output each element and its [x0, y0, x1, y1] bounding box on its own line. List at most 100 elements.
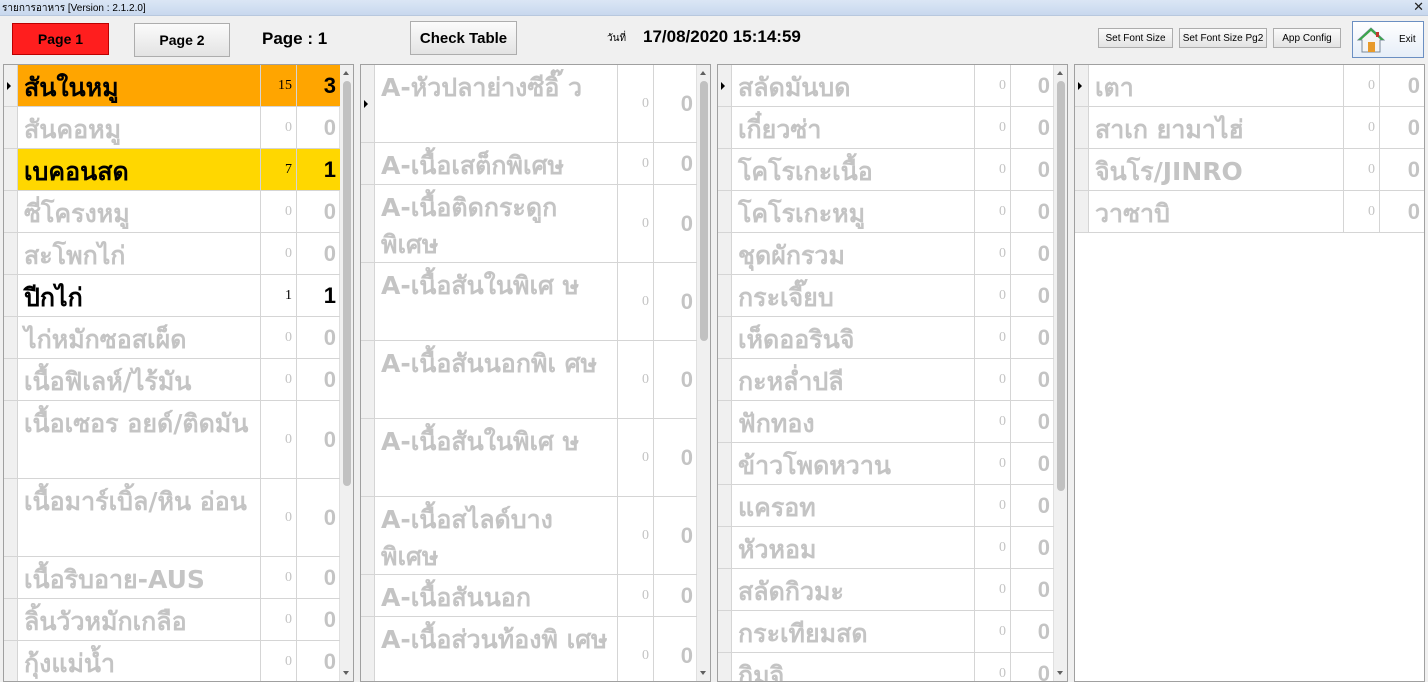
- menu-item-name[interactable]: จินโร/JINRO: [1089, 149, 1344, 190]
- menu-item-name[interactable]: กระเจี๊ยบ: [732, 275, 975, 316]
- row-header[interactable]: [4, 107, 18, 148]
- menu-item-row[interactable]: ลิ้นวัวหมักเกลือ 0 0: [4, 599, 340, 641]
- menu-item-name[interactable]: เนื้อริบอาย-AUS: [18, 557, 261, 598]
- menu-item-row[interactable]: วาซาบิ 0 0: [1075, 191, 1424, 233]
- menu-item-name[interactable]: สลัดมันบด: [732, 65, 975, 106]
- row-header[interactable]: [361, 65, 375, 142]
- menu-item-row[interactable]: สลัดกิวมะ 0 0: [718, 569, 1054, 611]
- menu-item-name[interactable]: A-เนื้อเสต็กพิเศษ: [375, 143, 618, 184]
- menu-item-name[interactable]: ชุดผักรวม: [732, 233, 975, 274]
- row-header[interactable]: [1075, 65, 1089, 106]
- row-header[interactable]: [4, 599, 18, 640]
- menu-item-row[interactable]: A-เนื้อส่วนท้องพิ เศษ 0 0: [361, 617, 697, 681]
- menu-item-row[interactable]: ข้าวโพดหวาน 0 0: [718, 443, 1054, 485]
- page1-button[interactable]: Page 1: [12, 23, 109, 55]
- menu-item-name[interactable]: วาซาบิ: [1089, 191, 1344, 232]
- menu-item-row[interactable]: กะหล่ำปลี 0 0: [718, 359, 1054, 401]
- menu-item-name[interactable]: เนื้อเซอร อยด์/ติดมัน: [18, 401, 261, 478]
- row-header[interactable]: [1075, 191, 1089, 232]
- scroll-thumb[interactable]: [343, 81, 351, 486]
- menu-item-row[interactable]: เนื้อมาร์เบิ้ล/หิน อ่อน 0 0: [4, 479, 340, 557]
- row-header[interactable]: [361, 497, 375, 574]
- row-header[interactable]: [4, 233, 18, 274]
- menu-item-name[interactable]: A-เนื้อสันในพิเศ ษ: [375, 419, 618, 496]
- app-config-button[interactable]: App Config: [1273, 28, 1341, 48]
- set-font-size-pg2-button[interactable]: Set Font Size Pg2: [1179, 28, 1267, 48]
- menu-item-name[interactable]: ปีกไก่: [18, 275, 261, 316]
- menu-item-name[interactable]: เนื้อฟิเลห์/ไร้มัน: [18, 359, 261, 400]
- row-header[interactable]: [718, 233, 732, 274]
- scroll-up-icon[interactable]: [1057, 71, 1063, 75]
- menu-item-row[interactable]: A-เนื้อสันนอกพิเ ศษ 0 0: [361, 341, 697, 419]
- menu-item-row[interactable]: โคโรเกะเนื้อ 0 0: [718, 149, 1054, 191]
- menu-item-row[interactable]: เบคอนสด 7 1: [4, 149, 340, 191]
- check-table-button[interactable]: Check Table: [410, 21, 517, 55]
- row-header[interactable]: [4, 65, 18, 106]
- row-header[interactable]: [718, 653, 732, 681]
- menu-item-name[interactable]: กิมจิ: [732, 653, 975, 681]
- row-header[interactable]: [718, 317, 732, 358]
- menu-item-row[interactable]: เนื้อเซอร อยด์/ติดมัน 0 0: [4, 401, 340, 479]
- menu-item-name[interactable]: สันคอหมู: [18, 107, 261, 148]
- menu-item-name[interactable]: A-เนื้อส่วนท้องพิ เศษ: [375, 617, 618, 681]
- row-header[interactable]: [361, 617, 375, 681]
- scroll-thumb[interactable]: [1057, 81, 1065, 491]
- menu-item-name[interactable]: สาเก ยามาไฮ่: [1089, 107, 1344, 148]
- menu-item-row[interactable]: หัวหอม 0 0: [718, 527, 1054, 569]
- menu-item-name[interactable]: โคโรเกะหมู: [732, 191, 975, 232]
- menu-item-row[interactable]: ไก่หมักซอสเผ็ด 0 0: [4, 317, 340, 359]
- menu-item-row[interactable]: สลัดมันบด 0 0: [718, 65, 1054, 107]
- menu-item-row[interactable]: A-เนื้อเสต็กพิเศษ 0 0: [361, 143, 697, 185]
- row-header[interactable]: [361, 419, 375, 496]
- row-header[interactable]: [718, 359, 732, 400]
- row-header[interactable]: [4, 359, 18, 400]
- scroll-up-icon[interactable]: [700, 71, 706, 75]
- menu-item-name[interactable]: โคโรเกะเนื้อ: [732, 149, 975, 190]
- menu-item-name[interactable]: ข้าวโพดหวาน: [732, 443, 975, 484]
- menu-item-row[interactable]: เห็ดออรินจิ 0 0: [718, 317, 1054, 359]
- row-header[interactable]: [361, 341, 375, 418]
- scroll-down-icon[interactable]: [1057, 671, 1063, 675]
- menu-item-row[interactable]: A-หัวปลาย่างซีอิ๊ ว00: [361, 65, 697, 143]
- row-header[interactable]: [718, 191, 732, 232]
- row-header[interactable]: [1075, 149, 1089, 190]
- menu-item-row[interactable]: สันคอหมู 0 0: [4, 107, 340, 149]
- row-header[interactable]: [4, 275, 18, 316]
- menu-item-name[interactable]: สะโพกไก่: [18, 233, 261, 274]
- menu-item-name[interactable]: ไก่หมักซอสเผ็ด: [18, 317, 261, 358]
- menu-item-row[interactable]: จินโร/JINRO 0 0: [1075, 149, 1424, 191]
- menu-item-row[interactable]: ปีกไก่ 1 1: [4, 275, 340, 317]
- menu-item-name[interactable]: A-เนื้อติดกระดูก พิเศษ: [375, 185, 618, 262]
- row-header[interactable]: [1075, 107, 1089, 148]
- menu-item-name[interactable]: กระเทียมสด: [732, 611, 975, 652]
- menu-item-name[interactable]: เนื้อมาร์เบิ้ล/หิน อ่อน: [18, 479, 261, 556]
- exit-button[interactable]: Exit: [1352, 21, 1424, 58]
- menu-item-name[interactable]: สลัดกิวมะ: [732, 569, 975, 610]
- row-header[interactable]: [718, 485, 732, 526]
- menu-item-name[interactable]: A-หัวปลาย่างซีอิ๊ ว: [375, 65, 618, 142]
- row-header[interactable]: [361, 185, 375, 262]
- row-header[interactable]: [4, 401, 18, 478]
- set-font-size-button[interactable]: Set Font Size: [1098, 28, 1173, 48]
- row-header[interactable]: [4, 317, 18, 358]
- menu-item-row[interactable]: กระเทียมสด 0 0: [718, 611, 1054, 653]
- menu-item-name[interactable]: ลิ้นวัวหมักเกลือ: [18, 599, 261, 640]
- vertical-scrollbar[interactable]: [339, 65, 353, 681]
- row-header[interactable]: [4, 191, 18, 232]
- menu-item-name[interactable]: เห็ดออรินจิ: [732, 317, 975, 358]
- row-header[interactable]: [361, 263, 375, 340]
- menu-item-row[interactable]: A-เนื้อสันในพิเศ ษ00: [361, 263, 697, 341]
- menu-item-name[interactable]: เตา: [1089, 65, 1344, 106]
- menu-item-row[interactable]: เกี๋ยวซ่า 0 0: [718, 107, 1054, 149]
- menu-item-name[interactable]: A-เนื้อสไลด์บาง พิเศษ: [375, 497, 618, 574]
- menu-item-row[interactable]: สาเก ยามาไฮ่ 0 0: [1075, 107, 1424, 149]
- scroll-down-icon[interactable]: [343, 671, 349, 675]
- row-header[interactable]: [718, 443, 732, 484]
- menu-item-row[interactable]: สะโพกไก่ 0 0: [4, 233, 340, 275]
- row-header[interactable]: [4, 641, 18, 681]
- scroll-up-icon[interactable]: [343, 71, 349, 75]
- menu-item-name[interactable]: เบคอนสด: [18, 149, 261, 190]
- menu-item-row[interactable]: ชุดผักรวม 0 0: [718, 233, 1054, 275]
- row-header[interactable]: [718, 611, 732, 652]
- menu-item-name[interactable]: หัวหอม: [732, 527, 975, 568]
